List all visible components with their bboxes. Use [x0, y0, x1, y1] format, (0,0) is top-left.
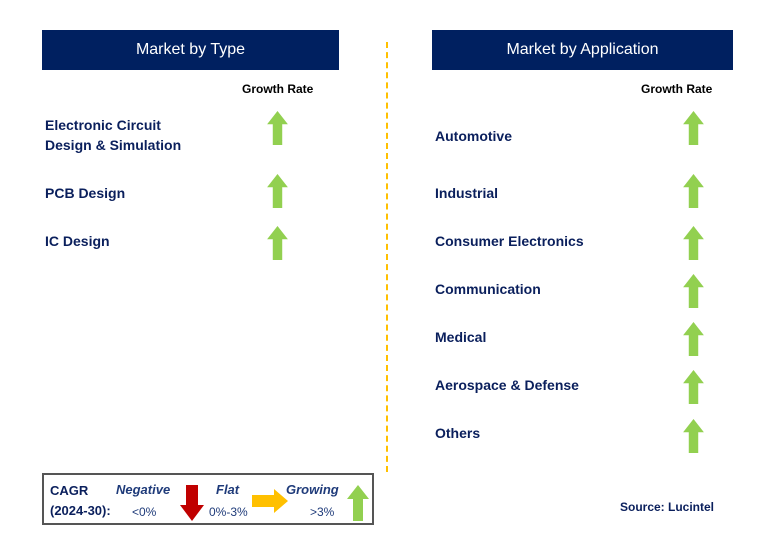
down-arrow-icon [180, 485, 204, 521]
application-item-2: Consumer Electronics [435, 233, 584, 249]
up-arrow-icon [347, 485, 369, 521]
legend-period: (2024-30): [50, 503, 111, 518]
application-growth-up-arrow-icon [683, 226, 704, 260]
application-item-6: Others [435, 425, 481, 441]
type-growth-up-arrow-icon [267, 174, 288, 208]
type-item-1: PCB Design [45, 185, 126, 201]
application-item-0: Automotive [435, 128, 512, 144]
application-item-4: Medical [435, 329, 487, 345]
type-item-0: Electronic Circuit Design & Simulation [45, 117, 182, 153]
application-growth-up-arrow-icon [683, 111, 704, 145]
application-growth-rate-label: Growth Rate [641, 82, 713, 96]
legend-flat-range: 0%-3% [209, 505, 248, 519]
application-item-1: Industrial [435, 185, 499, 201]
type-item-2: IC Design [45, 233, 110, 249]
type-growth-up-arrow-icon [267, 226, 288, 260]
type-growth-up-arrow-icon [267, 111, 288, 145]
legend-growing-range: >3% [310, 505, 335, 519]
application-growth-up-arrow-icon [683, 370, 704, 404]
right-arrow-icon [252, 489, 288, 513]
application-item-3: Communication [435, 281, 541, 297]
application-panel-header: Market by Application [432, 30, 733, 70]
legend-growing: Growing [286, 482, 339, 497]
cagr-legend: CAGR (2024-30): Negative <0% Flat 0%-3% … [42, 473, 374, 525]
type-panel-header: Market by Type [42, 30, 339, 70]
application-growth-up-arrow-icon [683, 419, 704, 453]
legend-cagr: CAGR [50, 483, 89, 498]
legend-negative: Negative [116, 482, 171, 497]
legend-flat: Flat [216, 482, 240, 497]
application-growth-up-arrow-icon [683, 322, 704, 356]
dashed-divider [386, 42, 388, 472]
market-diagram: Market by Type Growth Rate Electronic Ci… [0, 0, 770, 540]
application-growth-up-arrow-icon [683, 274, 704, 308]
source-label: Source: Lucintel [620, 500, 715, 514]
application-item-5: Aerospace & Defense [435, 377, 579, 393]
type-growth-rate-label: Growth Rate [242, 82, 314, 96]
application-growth-up-arrow-icon [683, 174, 704, 208]
legend-negative-range: <0% [132, 505, 157, 519]
